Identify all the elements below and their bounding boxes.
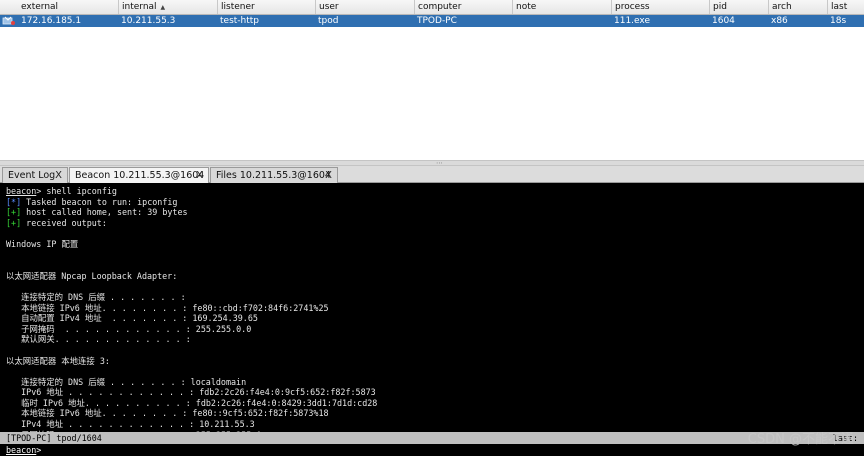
tab-bar: Event Log X Beacon 10.211.55.3@1604 X Fi… [0, 166, 864, 184]
column-header-last[interactable]: last [827, 0, 864, 14]
tab-event-log[interactable]: Event Log X [2, 167, 68, 183]
console-line: beacon> shell ipconfig [6, 186, 864, 197]
console-text: 临时 IPv6 地址. . . . . . . . . . : fdb2:2c2… [6, 397, 378, 408]
console-text: 本地链接 IPv6 地址. . . . . . . . : fe80::cbd:… [6, 302, 329, 313]
console-output[interactable]: beacon> shell ipconfig [*] Tasked beacon … [0, 183, 864, 432]
command-prompt: beacon> [0, 444, 864, 456]
console-line: IPv6 地址 . . . . . . . . . . . . : fdb2:2… [6, 387, 864, 398]
column-label: last [831, 2, 848, 12]
console-line: 默认网关. . . . . . . . . . . . . : [6, 334, 864, 345]
console-text: Tasked beacon to run: ipconfig [21, 196, 178, 207]
column-label: note [516, 2, 537, 12]
console-prompt-prefix: beacon [6, 186, 37, 196]
console-text: 自动配置 IPv4 地址 . . . . . . . : 169.254.39.… [6, 313, 258, 324]
column-header-computer[interactable]: computer [414, 0, 512, 14]
cell-last: 18s [830, 16, 847, 26]
console-line: 子网掩码 . . . . . . . . . . . . : 255.255.0… [6, 324, 864, 335]
column-label: listener [221, 2, 255, 12]
cell-internal: 10.211.55.3 [121, 16, 176, 26]
console-line: [*] Tasked beacon to run: ipconfig [6, 197, 864, 208]
column-header-user[interactable]: user [315, 0, 414, 14]
column-label: pid [713, 2, 727, 12]
cell-listener: test-http [220, 16, 260, 26]
cell-user: tpod [318, 16, 339, 26]
cell-computer: TPOD-PC [417, 16, 457, 26]
sessions-table-header: external internal ▲ listener user compute… [0, 0, 864, 15]
console-text: 连接特定的 DNS 后缀 . . . . . . . : [6, 291, 186, 302]
column-label: process [615, 2, 650, 12]
cell-process: 111.exe [614, 16, 651, 26]
cell-external: 172.16.185.1 [21, 16, 82, 26]
console-text: IPv6 地址 . . . . . . . . . . . . : fdb2:2… [6, 387, 376, 398]
console-text: host called home, sent: 39 bytes [21, 207, 188, 218]
column-header-external[interactable]: external [18, 0, 118, 14]
column-label: internal [122, 2, 157, 12]
status-session-label: [TPOD-PC] tpod/1604 [6, 433, 102, 443]
tab-label: Files 10.211.55.3@1604 [216, 170, 331, 181]
prompt-symbol: > [36, 445, 42, 455]
column-label: computer [418, 2, 462, 12]
column-header-listener[interactable]: listener [217, 0, 315, 14]
column-header-process[interactable]: process [611, 0, 709, 14]
console-tag: [+] [6, 217, 22, 228]
column-header-arch[interactable]: arch [768, 0, 827, 14]
column-label: user [319, 2, 339, 12]
column-label: external [21, 2, 59, 12]
console-tag: [+] [6, 207, 22, 218]
console-line: 本地链接 IPv6 地址. . . . . . . . : fe80::9cf5… [6, 408, 864, 419]
watermark: CSDN @不能不通 [747, 432, 854, 447]
console-line: [+] received output: [6, 218, 864, 229]
console-text: 连接特定的 DNS 后缀 . . . . . . . : localdomain [6, 376, 247, 387]
console-line: 自动配置 IPv4 地址 . . . . . . . : 169.254.39.… [6, 313, 864, 324]
sessions-table: external internal ▲ listener user compute… [0, 0, 864, 160]
column-header-note[interactable]: note [512, 0, 611, 14]
console-line: 连接特定的 DNS 后缀 . . . . . . . : localdomain [6, 377, 864, 388]
column-header-internal[interactable]: internal ▲ [118, 0, 217, 14]
console-tag: [*] [6, 196, 22, 207]
console-text: Windows IP 配置 [6, 238, 79, 249]
console-text: 默认网关. . . . . . . . . . . . . : [6, 334, 191, 345]
status-bar: [TPOD-PC] tpod/1604 last: [0, 432, 864, 444]
console-text: 本地链接 IPv6 地址. . . . . . . . : fe80::9cf5… [6, 408, 329, 419]
console-text: 以太网适配器 本地连接 3: [6, 355, 110, 366]
column-header-pid[interactable]: pid [709, 0, 768, 14]
close-icon[interactable]: X [55, 168, 62, 183]
console-text: 子网掩码 . . . . . . . . . . . . : 255.255.0… [6, 323, 252, 334]
console-text: > shell ipconfig [36, 186, 117, 196]
cell-arch: x86 [771, 16, 788, 26]
tab-beacon[interactable]: Beacon 10.211.55.3@1604 X [69, 167, 209, 184]
console-text: IPv4 地址 . . . . . . . . . . . . : 10.211… [6, 419, 255, 430]
table-row[interactable]: 172.16.185.1 10.211.55.3 test-http tpod … [0, 15, 864, 27]
tab-files[interactable]: Files 10.211.55.3@1604 X [210, 167, 338, 183]
tab-label: Event Log [8, 170, 56, 181]
console-text: received output: [21, 217, 107, 228]
sort-ascending-icon: ▲ [160, 4, 166, 11]
close-icon[interactable]: X [196, 168, 203, 183]
prompt-label: beacon [6, 445, 37, 455]
cell-pid: 1604 [712, 16, 735, 26]
cell-note [512, 15, 611, 27]
beacon-session-icon [2, 16, 15, 25]
console-line: 以太网适配器 本地连接 3: [6, 356, 864, 367]
console-line: Windows IP 配置 [6, 239, 864, 250]
command-input[interactable] [44, 444, 844, 456]
console-line: 临时 IPv6 地址. . . . . . . . . . : fdb2:2c2… [6, 398, 864, 409]
close-icon[interactable]: X [325, 168, 332, 183]
tab-label: Beacon 10.211.55.3@1604 [75, 170, 205, 181]
console-line: 以太网适配器 Npcap Loopback Adapter: [6, 271, 864, 282]
column-label: arch [772, 2, 792, 12]
console-text: 以太网适配器 Npcap Loopback Adapter: [6, 270, 178, 281]
console-line: 连接特定的 DNS 后缀 . . . . . . . : [6, 292, 864, 303]
console-line: 本地链接 IPv6 地址. . . . . . . . : fe80::cbd:… [6, 303, 864, 314]
console-line: IPv4 地址 . . . . . . . . . . . . : 10.211… [6, 419, 864, 430]
console-line: [+] host called home, sent: 39 bytes [6, 207, 864, 218]
